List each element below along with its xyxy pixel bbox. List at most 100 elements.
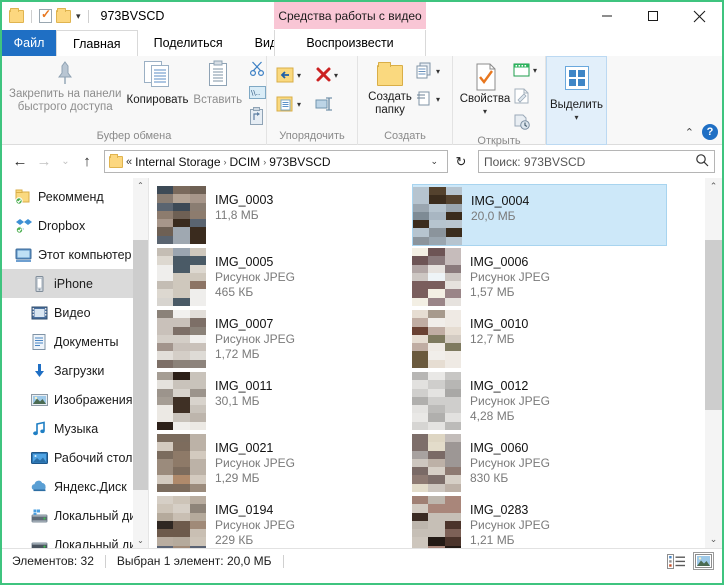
sidebar-item-изображения[interactable]: Изображения [2,385,148,414]
chevron-down-icon[interactable]: ▾ [297,101,301,109]
copy-path-button[interactable]: \\.. [248,83,266,105]
search-input[interactable]: Поиск: 973BVSCD [484,155,695,169]
pin-to-quick-access-button[interactable]: Закрепить на панели быстрого доступа [4,56,126,114]
sidebar-item-рекомменд[interactable]: Рекомменд [2,182,148,211]
sidebar-item-dropbox[interactable]: Dropbox [2,211,148,240]
ribbon-group-organize-title: Упорядочить [279,130,345,142]
sidebar-item-iphone[interactable]: iPhone [2,269,148,298]
maximize-button[interactable] [630,2,676,30]
file-tile[interactable]: IMG_0283 Рисунок JPEG 1,21 МБ [412,494,667,548]
breadcrumb-overflow[interactable]: « [126,156,132,168]
ribbon-group-select[interactable]: Выделить ▾ [546,56,607,145]
cut-button[interactable] [249,59,266,81]
file-name: IMG_0194 [215,503,274,517]
chevron-down-icon[interactable]: ▾ [76,11,81,21]
chevron-down-icon[interactable]: ▾ [436,68,440,76]
new-folder-button[interactable]: Создать папку [364,56,416,117]
edit-button[interactable] [513,86,537,108]
folder-icon[interactable] [9,7,24,23]
sidebar-item-рабочий-стол[interactable]: Рабочий стол [2,443,148,472]
sidebar-item-яндекс-диск[interactable]: Яндекс.Диск [2,472,148,501]
breadcrumb-item-973bvscd[interactable]: 973BVSCD [269,155,330,169]
file-tile[interactable]: IMG_0006 Рисунок JPEG 1,57 МБ [412,246,667,308]
search-box[interactable]: Поиск: 973BVSCD [478,150,715,173]
thumbnail-view-button[interactable] [693,552,714,570]
ribbon-group-open: Свойства ▾ ▾ Открыть [453,56,546,147]
scroll-up-arrow-icon[interactable]: ⌃ [705,178,722,195]
sidebar-item-видео[interactable]: Видео [2,298,148,327]
select-button[interactable]: Выделить ▾ [548,57,606,122]
chevron-right-icon[interactable]: › [263,157,266,167]
scroll-down-arrow-icon[interactable]: ⌄ [705,531,722,548]
scroll-down-arrow-icon[interactable]: ⌄ [133,533,148,548]
breadcrumb-item-dcim[interactable]: DCIM [230,155,261,169]
file-tile[interactable]: IMG_0007 Рисунок JPEG 1,72 МБ [157,308,412,370]
forward-button[interactable]: → [33,150,55,174]
chevron-right-icon[interactable]: › [224,157,227,167]
details-view-button[interactable] [666,552,687,570]
help-button[interactable]: ? [702,124,718,140]
sidebar-item-документы[interactable]: Документы [2,327,148,356]
new-folder-icon[interactable] [56,7,71,23]
sidebar-item-музыка[interactable]: Музыка [2,414,148,443]
collapse-ribbon-icon[interactable]: ⌃ [685,126,694,139]
delete-button[interactable]: ▾ [315,65,338,87]
file-tile[interactable]: IMG_0012 Рисунок JPEG 4,28 МБ [412,370,667,432]
open-with-button[interactable]: ▾ [513,60,537,82]
scroll-thumb[interactable] [133,240,148,490]
file-tile[interactable]: IMG_0194 Рисунок JPEG 229 КБ [157,494,412,548]
file-tile[interactable]: IMG_0004 20,0 МБ [412,184,667,246]
recent-locations-button[interactable]: ⌄ [57,150,74,174]
file-tile[interactable]: IMG_0003 11,8 МБ [157,184,412,246]
back-button[interactable]: ← [9,150,31,174]
file-list[interactable]: IMG_0003 11,8 МБ IMG_0005 Рисунок JPEG 465 К… [149,178,722,548]
easy-access-button[interactable]: ▾ [416,89,440,111]
navigation-scrollbar[interactable]: ⌃ ⌄ [133,178,148,548]
close-button[interactable] [676,2,722,30]
chevron-down-icon[interactable]: ▾ [483,108,487,116]
tab-play[interactable]: Воспроизвести [274,30,426,56]
sidebar-item-загрузки[interactable]: Загрузки [2,356,148,385]
sidebar-item-локальный-дис[interactable]: Локальный дис [2,501,148,530]
new-item-button[interactable]: ▾ [416,61,440,83]
minimize-button[interactable] [584,2,630,30]
tab-share[interactable]: Поделиться [138,30,239,56]
file-tile[interactable]: IMG_0021 Рисунок JPEG 1,29 МБ [157,432,412,494]
scroll-thumb[interactable] [705,240,722,410]
sidebar-item-локальный-дис[interactable]: Локальный дис [2,530,148,548]
file-tile[interactable]: IMG_0010 12,7 МБ [412,308,667,370]
tab-file[interactable]: Файл [2,30,56,56]
chevron-down-icon[interactable]: ▾ [533,67,537,75]
tab-home[interactable]: Главная [56,30,138,56]
properties-button[interactable]: Свойства ▾ [457,56,513,116]
search-icon[interactable] [695,153,709,170]
breadcrumb[interactable]: « Internal Storage › DCIM › 973BVSCD ⌄ [104,150,448,173]
sidebar-item-этот-компьютер[interactable]: Этот компьютер [2,240,148,269]
properties-icon[interactable] [39,7,52,23]
window-title: 973BVSCD [100,9,165,23]
ribbon: Закрепить на панели быстрого доступа Коп… [2,56,722,147]
breadcrumb-item-internal-storage[interactable]: Internal Storage [135,155,220,169]
move-to-button[interactable]: ▾ [276,65,301,87]
paste-shortcut-button[interactable] [249,107,266,129]
copy-button[interactable]: Копировать [126,56,188,107]
chevron-down-icon[interactable]: ▾ [334,72,338,80]
breadcrumb-dropdown-icon[interactable]: ⌄ [425,156,443,167]
scroll-track[interactable] [133,193,148,533]
scroll-up-arrow-icon[interactable]: ⌃ [133,178,148,193]
file-tile[interactable]: IMG_0011 30,1 МБ [157,370,412,432]
copy-to-button[interactable]: ▾ [276,94,301,116]
scroll-track[interactable] [705,195,722,531]
file-list-scrollbar[interactable]: ⌃ ⌄ [705,178,722,548]
history-button[interactable] [513,112,537,134]
up-button[interactable]: ↑ [76,150,98,174]
paste-button[interactable]: Вставить [189,56,247,107]
chevron-down-icon[interactable]: ▾ [436,96,440,104]
file-tile[interactable]: IMG_0060 Рисунок JPEG 830 КБ [412,432,667,494]
chevron-down-icon[interactable]: ▾ [574,114,578,122]
select-label: Выделить [549,99,604,111]
chevron-down-icon[interactable]: ▾ [297,72,301,80]
file-tile[interactable]: IMG_0005 Рисунок JPEG 465 КБ [157,246,412,308]
rename-button[interactable] [315,94,334,116]
refresh-button[interactable]: ↻ [450,150,472,173]
